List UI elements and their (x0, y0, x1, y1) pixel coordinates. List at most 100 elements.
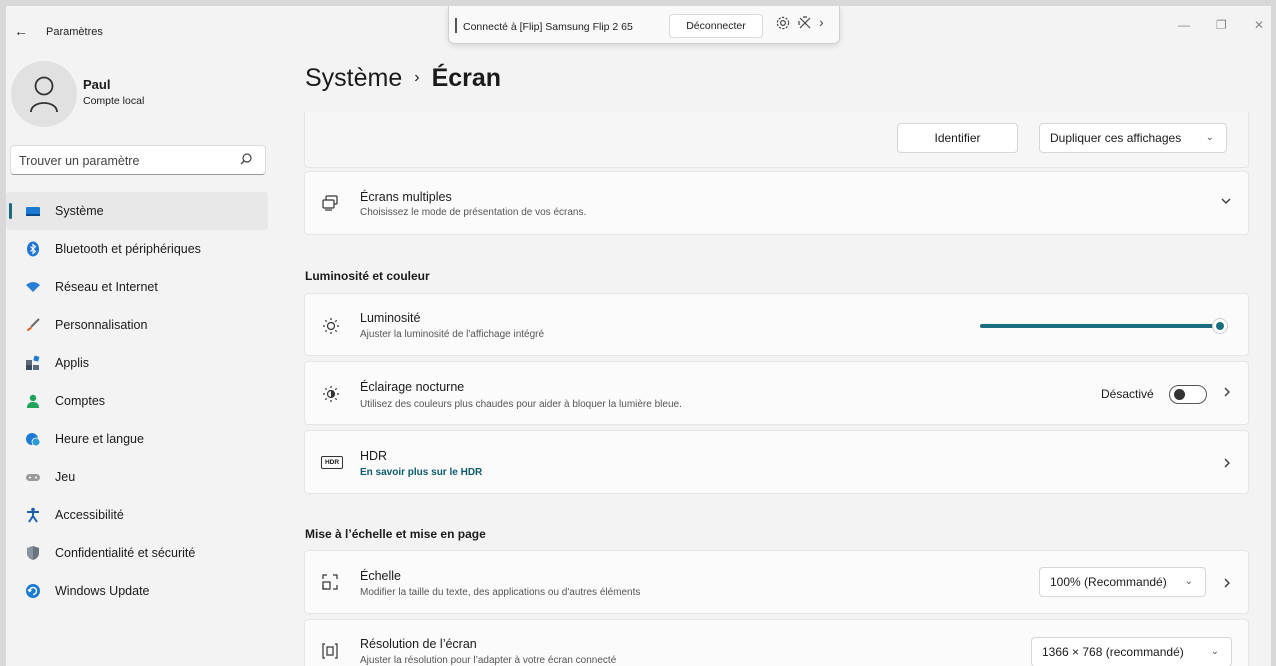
sun-icon (321, 316, 341, 341)
hdr-card[interactable]: HDR HDR En savoir plus sur le HDR (304, 430, 1249, 494)
multiple-displays-title: Écrans multiples (360, 190, 452, 204)
duplicate-displays-value: Dupliquer ces affichages (1050, 131, 1182, 145)
sidebar-item-systeme[interactable]: Système (6, 192, 268, 230)
scale-subtitle: Modifier la taille du texte, des applica… (360, 587, 641, 598)
resolution-title: Résolution de l’écran (360, 637, 477, 651)
resolution-dropdown[interactable]: 1366 × 768 (recommandé) ⌄ (1031, 637, 1232, 666)
brightness-slider-track[interactable] (980, 324, 1220, 328)
scale-card[interactable]: Échelle Modifier la taille du texte, des… (304, 550, 1249, 614)
scale-icon (321, 573, 339, 596)
night-light-card[interactable]: Éclairage nocturne Utilisez des couleurs… (304, 361, 1249, 425)
scale-dropdown[interactable]: 100% (Recommandé) ⌄ (1039, 567, 1206, 597)
settings-window: ← Paramètres — ❐ ✕ Connecté à [Flip] Sam… (6, 6, 1271, 666)
display-arrangement-card: Identifier Dupliquer ces affichages ⌄ (304, 112, 1249, 168)
search-input[interactable] (19, 152, 229, 170)
section-title-brightness: Luminosité et couleur (305, 269, 430, 283)
sidebar-item-label: Heure et langue (55, 432, 144, 446)
duplicate-displays-dropdown[interactable]: Dupliquer ces affichages ⌄ (1039, 123, 1227, 153)
accessibility-icon (25, 507, 41, 523)
sidebar-item-bluetooth[interactable]: Bluetooth et périphériques (6, 230, 268, 268)
sidebar-item-confidentialite[interactable]: Confidentialité et sécurité (6, 534, 268, 572)
sidebar-item-personnalisation[interactable]: Personnalisation (6, 306, 268, 344)
scale-value: 100% (Recommandé) (1050, 575, 1167, 589)
night-light-icon (321, 384, 341, 409)
night-light-toggle[interactable] (1169, 385, 1207, 404)
search-icon[interactable] (239, 152, 253, 171)
brightness-card: Luminosité Ajuster la luminosité de l'af… (304, 293, 1249, 356)
section-title-scale: Mise à l’échelle et mise en page (305, 527, 486, 541)
app-title: Paramètres (46, 26, 103, 38)
resolution-card: Résolution de l’écran Ajuster la résolut… (304, 619, 1249, 666)
sidebar-item-label: Confidentialité et sécurité (55, 546, 196, 560)
expand-chevron-icon[interactable]: › (819, 14, 824, 30)
brush-icon (25, 317, 41, 333)
night-light-title: Éclairage nocturne (360, 380, 465, 394)
bluetooth-icon (25, 241, 41, 257)
globe-clock-icon (25, 431, 41, 447)
page-title: Écran (431, 64, 502, 92)
sidebar-item-accessibilite[interactable]: Accessibilité (6, 496, 268, 534)
night-light-subtitle: Utilisez des couleurs plus chaudes pour … (360, 399, 682, 410)
multiple-displays-card[interactable]: Écrans multiples Choisissez le mode de p… (304, 171, 1249, 235)
active-indicator (9, 203, 12, 219)
maximize-button[interactable]: ❐ (1216, 18, 1227, 32)
drag-handle[interactable] (455, 18, 457, 33)
sidebar-item-jeu[interactable]: Jeu (6, 458, 268, 496)
pin-icon[interactable] (797, 15, 813, 34)
gear-icon[interactable] (775, 15, 791, 34)
scale-title: Échelle (360, 569, 401, 583)
breadcrumb-separator: › (414, 69, 420, 86)
chevron-down-icon: ⌄ (1205, 132, 1214, 143)
sidebar-item-label: Accessibilité (55, 508, 124, 522)
person-icon (30, 76, 58, 113)
chevron-right-icon[interactable] (1221, 456, 1233, 472)
back-arrow-icon[interactable]: ← (14, 23, 28, 39)
breadcrumb-parent[interactable]: Système (305, 64, 402, 92)
chevron-right-icon[interactable] (1221, 385, 1233, 401)
profile-name: Paul (83, 77, 111, 92)
apps-icon (25, 355, 41, 371)
multiple-monitors-icon (321, 194, 339, 217)
gamepad-icon (25, 469, 41, 485)
resolution-icon (321, 642, 339, 665)
hdr-title: HDR (360, 449, 388, 463)
close-button[interactable]: ✕ (1254, 18, 1264, 32)
identify-button[interactable]: Identifier (897, 123, 1018, 153)
brightness-title: Luminosité (360, 311, 421, 325)
resolution-value: 1366 × 768 (recommandé) (1042, 645, 1184, 659)
hdr-learn-more-link[interactable]: En savoir plus sur le HDR (360, 467, 482, 478)
sidebar-item-applis[interactable]: Applis (6, 344, 268, 382)
sidebar-item-label: Réseau et Internet (55, 280, 158, 294)
sidebar-item-reseau[interactable]: Réseau et Internet (6, 268, 268, 306)
sidebar-item-label: Personnalisation (55, 318, 148, 332)
sidebar-item-windows-update[interactable]: Windows Update (6, 572, 268, 610)
sidebar-item-heure-langue[interactable]: Heure et langue (6, 420, 268, 458)
chevron-right-icon[interactable] (1221, 576, 1233, 592)
search-box[interactable] (10, 145, 266, 175)
sidebar-item-comptes[interactable]: Comptes (6, 382, 268, 420)
update-icon (25, 583, 41, 599)
monitor-icon (25, 203, 41, 219)
disconnect-button[interactable]: Déconnecter (669, 14, 763, 38)
chevron-down-icon: ⌄ (1184, 576, 1193, 587)
avatar (11, 61, 77, 127)
sidebar-item-label: Applis (55, 356, 90, 370)
sidebar-item-label: Jeu (55, 470, 76, 484)
night-light-status: Désactivé (1101, 387, 1154, 401)
profile-account-type: Compte local (83, 95, 145, 107)
cast-bar: Connecté à [Flip] Samsung Flip 2 65 Déco… (448, 6, 840, 44)
breadcrumb: Système › Écran (305, 64, 501, 93)
hdr-icon: HDR (321, 456, 343, 469)
brightness-slider-thumb[interactable] (1212, 318, 1228, 334)
chevron-down-icon: ⌄ (1210, 646, 1219, 657)
person-icon (25, 393, 41, 409)
minimize-button[interactable]: — (1178, 18, 1190, 32)
brightness-subtitle: Ajuster la luminosité de l'affichage int… (360, 329, 545, 340)
sidebar-item-label: Comptes (55, 394, 106, 408)
chevron-down-icon[interactable] (1220, 194, 1232, 210)
sidebar-item-label: Windows Update (55, 584, 150, 598)
sidebar-item-label: Système (55, 204, 104, 218)
cast-status-text: Connecté à [Flip] Samsung Flip 2 65 (463, 21, 633, 33)
shield-icon (25, 545, 41, 561)
sidebar-nav: Système Bluetooth et périphériques Résea… (6, 192, 268, 610)
